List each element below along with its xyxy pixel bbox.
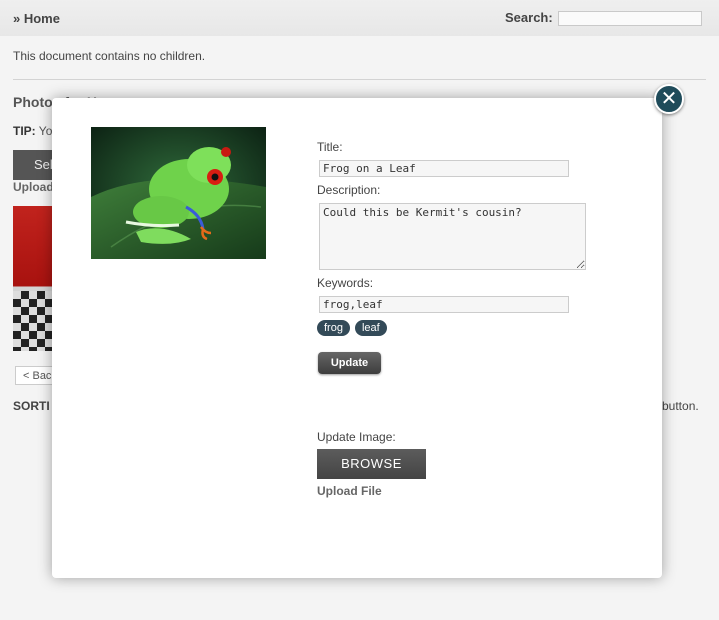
- update-button[interactable]: Update: [318, 352, 381, 374]
- tip-text: TIP: Yo: [13, 124, 52, 138]
- upload-link[interactable]: Upload: [13, 180, 54, 194]
- top-bar: » Home Search:: [0, 0, 719, 36]
- breadcrumb-home[interactable]: » Home: [13, 11, 60, 26]
- photo-preview: [91, 127, 266, 259]
- sorting-label: SORTI: [13, 399, 50, 413]
- keyword-tag[interactable]: leaf: [354, 320, 387, 336]
- close-modal-button[interactable]: ✕: [654, 84, 684, 114]
- tip-label: TIP:: [13, 124, 36, 138]
- divider: [13, 79, 706, 80]
- browse-button[interactable]: BROWSE: [317, 449, 426, 479]
- photo-thumbnail[interactable]: [13, 206, 53, 351]
- tip-body: Yo: [35, 124, 53, 138]
- back-button[interactable]: < Bac: [15, 366, 55, 385]
- title-label: Title:: [317, 140, 343, 154]
- keyword-tags: frog leaf: [317, 320, 392, 336]
- description-textarea[interactable]: Could this be Kermit's cousin?: [319, 203, 586, 270]
- keywords-input[interactable]: [319, 296, 569, 313]
- search-label: Search:: [505, 10, 553, 25]
- close-icon: ✕: [660, 86, 678, 110]
- search-input[interactable]: [558, 11, 702, 26]
- update-image-label: Update Image:: [317, 430, 396, 444]
- frog-image: [91, 127, 266, 259]
- chessboard-graphic: [13, 291, 53, 351]
- sorting-help-tail: button.: [662, 399, 699, 413]
- no-children-message: This document contains no children.: [13, 49, 206, 63]
- title-input[interactable]: [319, 160, 569, 177]
- upload-file-link[interactable]: Upload File: [317, 484, 382, 498]
- edit-photo-modal: Title: Description: Could this be Kermit…: [52, 98, 662, 578]
- keyword-tag[interactable]: frog: [317, 320, 350, 336]
- keywords-label: Keywords:: [317, 276, 374, 290]
- description-label: Description:: [317, 183, 381, 197]
